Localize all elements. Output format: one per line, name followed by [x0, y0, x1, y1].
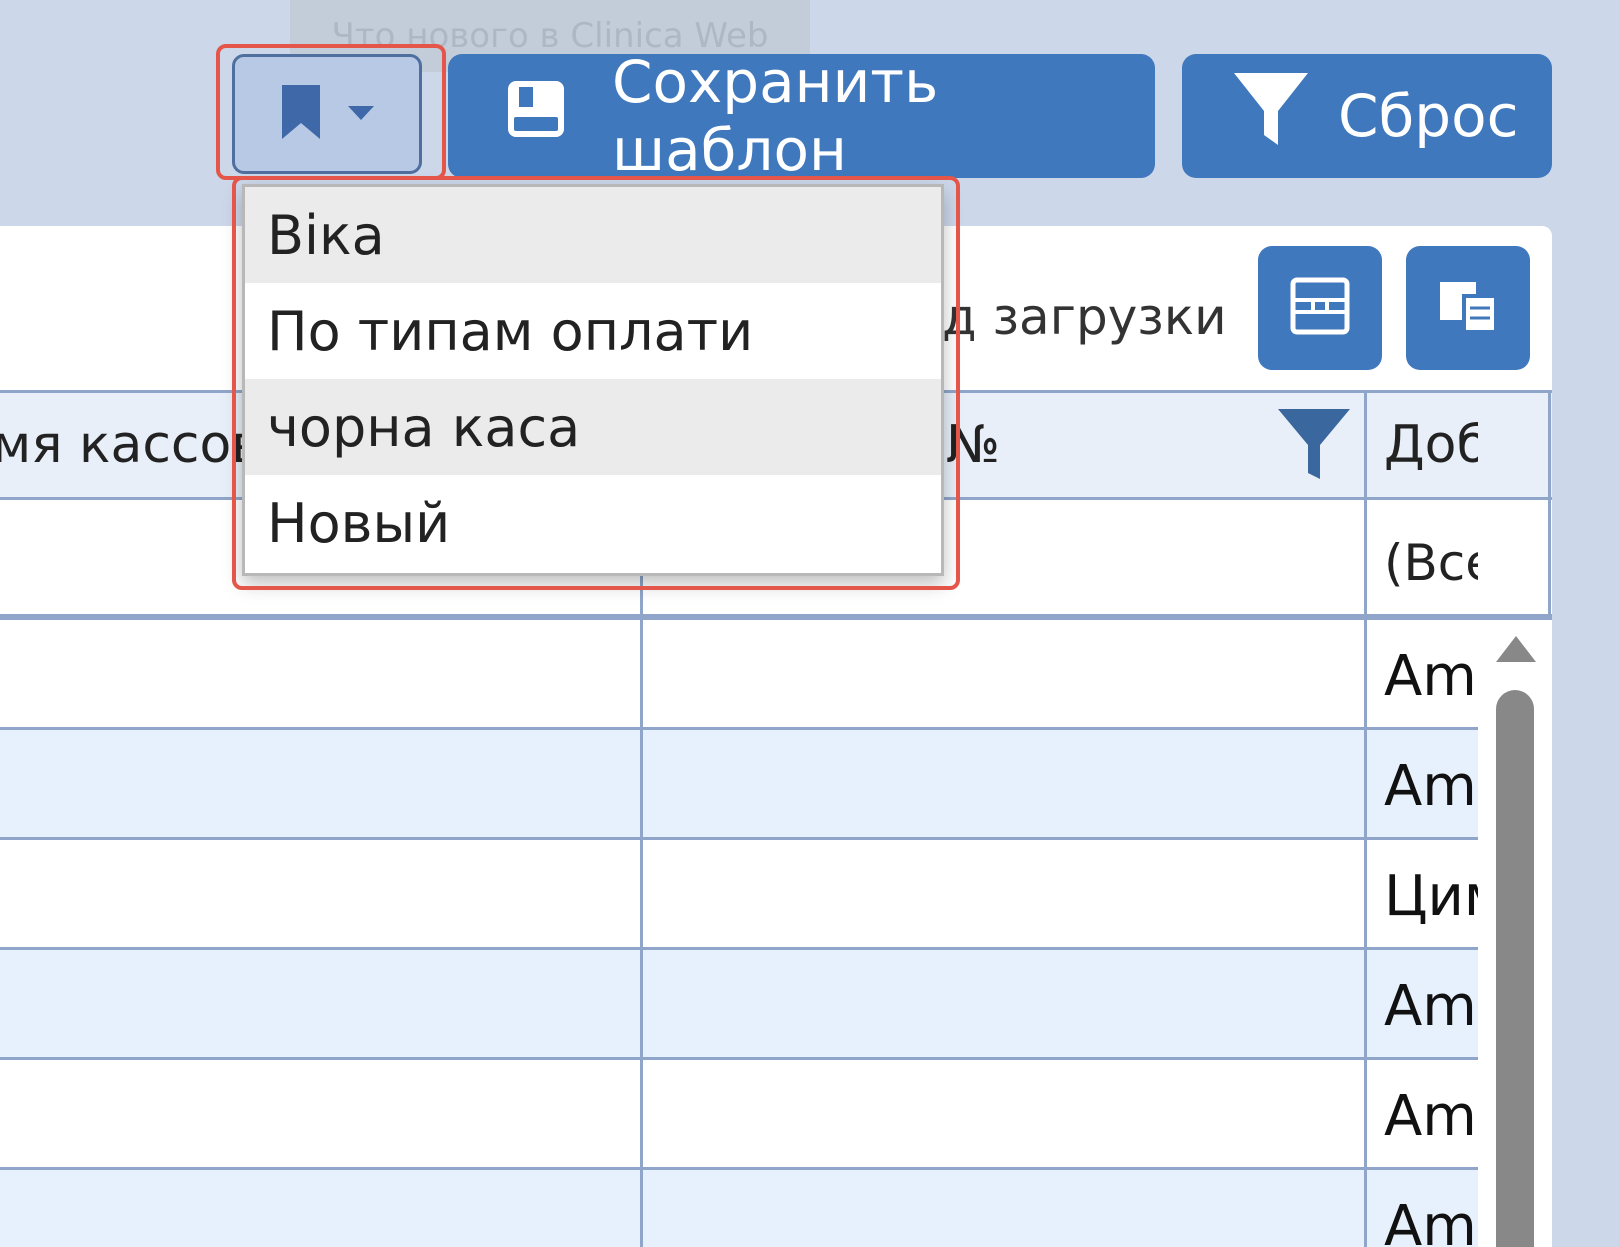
column-header-added[interactable]: Доб	[1384, 415, 1478, 475]
table-cell: Am	[1384, 974, 1477, 1039]
table-row[interactable]: Am	[0, 950, 1552, 1060]
table-cell: Цим	[1384, 864, 1478, 929]
table-export-icon	[1287, 276, 1353, 340]
scroll-up-icon[interactable]	[1494, 634, 1538, 668]
menu-item-template[interactable]: чорна каса	[245, 379, 941, 475]
reset-button[interactable]: Сброс	[1182, 54, 1552, 178]
copy-button[interactable]	[1406, 246, 1530, 370]
menu-item-template[interactable]: Новый	[245, 475, 941, 571]
chevron-down-icon	[348, 105, 374, 124]
table-row[interactable]: Am	[0, 620, 1552, 730]
vertical-scrollbar[interactable]	[1478, 620, 1552, 1247]
table-row[interactable]: Am	[0, 730, 1552, 840]
table-cell: Am	[1384, 1194, 1477, 1247]
column-divider	[1364, 390, 1367, 1247]
filter-cell-added[interactable]: (Все	[1384, 534, 1478, 592]
table-row[interactable]: Цим	[0, 840, 1552, 950]
column-header-cashier[interactable]: мя кассов	[0, 415, 262, 475]
export-button[interactable]	[1258, 246, 1382, 370]
filter-icon	[1234, 73, 1308, 159]
table-cell: Am	[1384, 1084, 1477, 1149]
templates-menu: Віка По типам оплати чорна каса Новый	[242, 184, 944, 576]
bookmark-icon	[280, 83, 322, 145]
scrollbar-thumb[interactable]	[1496, 690, 1534, 1247]
templates-dropdown-button[interactable]	[232, 54, 422, 174]
table-row[interactable]: Am	[0, 1170, 1552, 1247]
table-row[interactable]: Am	[0, 1060, 1552, 1170]
save-template-button[interactable]: Сохранить шаблон	[448, 48, 1155, 184]
save-icon	[506, 79, 566, 153]
menu-item-template[interactable]: Віка	[245, 187, 941, 283]
reset-label: Сброс	[1338, 82, 1519, 150]
table-cell: Am	[1384, 754, 1477, 819]
load-mode-label: д загрузки	[942, 288, 1227, 346]
table-cell: Am	[1384, 644, 1477, 709]
menu-item-template[interactable]: По типам оплати	[245, 283, 941, 379]
copy-icon	[1436, 276, 1500, 340]
save-template-label: Сохранить шаблон	[612, 48, 939, 184]
column-filter-icon[interactable]	[1278, 409, 1350, 483]
column-header-number[interactable]: №	[946, 415, 1000, 475]
